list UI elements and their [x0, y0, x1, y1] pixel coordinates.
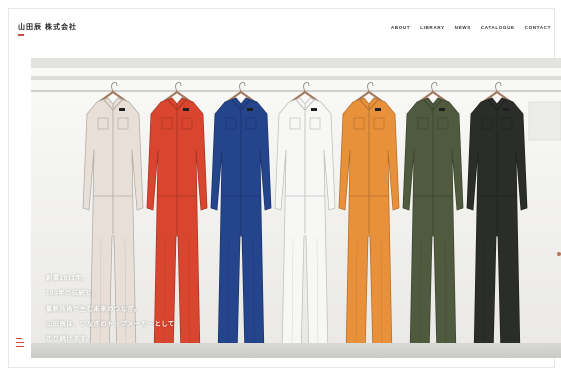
nav-library[interactable]: LIBRARY	[420, 25, 444, 30]
hero-tagline: 創業1911年。 100年の伝統と、 最新技術が生む未来のつなぎ。 山田辰は、つ…	[46, 271, 175, 347]
slide-controls: ‹ ›	[550, 341, 559, 351]
tagline-line-4: 山田辰は、つなぎのトップメーカーとして	[46, 320, 175, 328]
brand-label	[247, 108, 253, 111]
brand-label	[503, 108, 509, 111]
tagline-line-1: 創業1911年。	[46, 275, 89, 282]
chevron-left-icon[interactable]: ‹	[550, 341, 553, 351]
nav-contact[interactable]: CONTACT	[525, 25, 551, 30]
brand-label	[183, 108, 189, 111]
tagline-line-5: 走り続けます。	[46, 336, 93, 344]
tagline-line-3: 最新技術が生む未来のつなぎ。	[46, 305, 141, 313]
nav-news[interactable]: NEWS	[455, 25, 471, 30]
menu-icon[interactable]	[16, 338, 24, 350]
nav-about[interactable]: ABOUT	[391, 25, 410, 30]
wall-panel	[528, 101, 561, 141]
brand-label	[311, 108, 317, 111]
main-nav: ABOUT LIBRARY NEWS CATALOGUE CONTACT	[391, 25, 551, 30]
wall-socket	[557, 252, 561, 256]
brand-label	[439, 108, 445, 111]
brand-label	[119, 108, 125, 111]
ceiling-beam	[31, 76, 561, 80]
menu-icon-bar	[16, 346, 24, 347]
menu-icon-bar	[16, 338, 22, 339]
tagline-line-2: 100年の伝統と、	[46, 290, 99, 298]
nav-catalogue[interactable]: CATALOGUE	[481, 25, 515, 30]
brand-label	[375, 108, 381, 111]
menu-icon-bar	[16, 342, 24, 343]
ceiling	[31, 58, 561, 68]
logo-accent-bar	[18, 34, 24, 36]
chevron-right-icon[interactable]: ›	[556, 341, 559, 351]
site-logo[interactable]: 山田辰 株式会社	[18, 22, 77, 32]
